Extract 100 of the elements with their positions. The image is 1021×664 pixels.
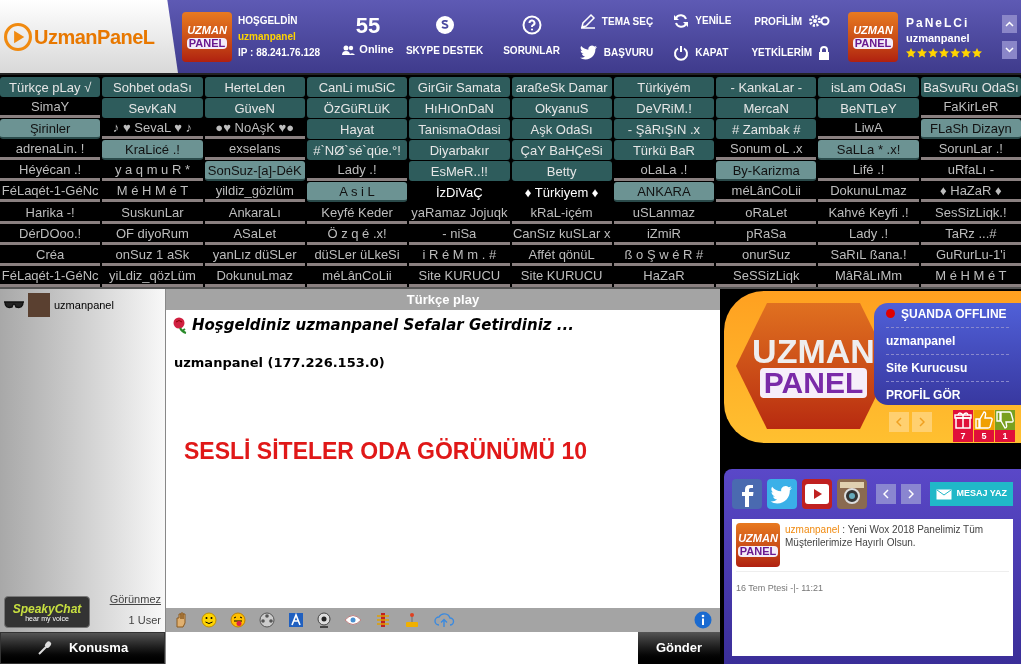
nav-button[interactable]: YENİLE [673,12,732,29]
room-button[interactable]: - ŞâRıŞıN .x [613,119,715,140]
thumbs-down-icon [996,411,1014,429]
room-button[interactable]: ÇaY BaHÇeSi [511,140,612,161]
scroll-down-button[interactable] [1002,40,1017,59]
room-button[interactable]: HerteLden [204,77,305,97]
room-button[interactable]: A s i L [306,182,408,203]
talk-button[interactable]: Konusma [0,632,165,664]
room-button[interactable]: - KankaLar - [716,77,817,97]
room-button[interactable]: GirGir Samata [409,77,510,97]
dislike-badge[interactable] [995,410,1015,430]
room-button[interactable]: HıHıOnDaN [409,98,510,119]
play-logo-icon [4,22,32,51]
room-button[interactable]: OkyanuS [511,98,612,119]
room-button[interactable]: EsMeR..!! [409,161,510,182]
chevron-left-icon [883,489,889,499]
logo-text: PANEL [186,37,228,49]
font-icon[interactable] [288,612,304,628]
invisible-link[interactable]: Görünmez [109,591,161,608]
user-count: 1 User [128,612,161,628]
nav-button[interactable]: KAPAT [673,44,732,61]
nav-button[interactable]: PROFİLİM [754,13,830,29]
star-icon [917,47,927,58]
chevron-down-icon [1005,46,1014,53]
bird-icon[interactable] [767,479,797,509]
like-badge[interactable] [974,410,994,430]
room-button[interactable]: Aşk OdaSı [511,119,612,140]
logo-text: UZMAN [738,533,778,544]
gift-badge[interactable] [953,410,973,430]
eye-icon[interactable] [344,614,362,626]
star-icon [939,47,949,58]
room-button[interactable]: isLam OdaSı [818,77,919,97]
star-icon [928,47,938,58]
room-button[interactable]: BaSvuRu OdaSı [920,77,1021,97]
room-button[interactable]: Hayat [306,119,408,140]
star-icon [961,47,971,58]
user-name[interactable]: uzmanpanel [54,296,114,314]
previous-button[interactable] [876,484,896,504]
room-button[interactable]: MercaN [716,98,817,119]
nav-button[interactable]: YETKİLERİM [751,45,830,60]
nav-button[interactable]: SORUNLAR [493,0,570,73]
greeting-text: HOŞGELDİN [238,13,299,28]
room-button[interactable]: Sohbet odaSı [102,77,203,97]
info-icon[interactable] [694,611,712,629]
room-button[interactable]: Türkü BaR [613,140,715,161]
room-button[interactable]: Türkçe pLay √ [0,77,101,97]
profile-name: uzmanpanel [906,30,971,46]
online-count: 55 [355,15,381,38]
username-text: uzmanpanel [238,29,297,44]
room-button[interactable]: BeNTLeY [818,98,919,119]
next-button[interactable] [901,484,921,504]
room-button[interactable]: Ö z q é .x! [306,224,408,245]
profile-role: Site Kurucusu [886,354,1009,382]
camera-icon[interactable] [837,479,867,509]
room-button[interactable]: ÖzGüRLüK [306,98,408,119]
online-label: Online [359,42,394,58]
webcam-icon[interactable] [317,612,331,628]
profile-name: uzmanpanel [886,327,1009,355]
lock-icon [818,45,830,60]
help-icon [521,15,542,35]
room-button[interactable]: By-Karizma [716,161,817,182]
room-button[interactable]: #`NØ`sé`qúe.°! [306,140,408,161]
room-button[interactable]: Diyarbakır [409,140,510,161]
equalizer-icon[interactable] [375,612,391,628]
room-button[interactable]: # Zambak # [716,119,817,140]
pencil-icon [579,13,596,29]
message-text: uzmanpanel : Yeni Wox 2018 Panelimiz Tüm Müşterilerimize Hayırlı Olsun. [785,523,985,550]
room-button[interactable]: KraLicé .! [102,140,203,161]
sunglasses-icon [4,300,24,310]
nav-button[interactable]: TEMA SEÇ [579,13,654,29]
joystick-icon[interactable] [404,612,420,628]
room-button[interactable]: TanismaOdasi [409,119,510,140]
room-button[interactable]: GüveN [204,98,305,119]
room-button[interactable]: ANKARA [613,182,715,203]
room-button[interactable]: SevKaN [102,98,203,119]
nav-button[interactable]: BAŞVURU [579,45,654,60]
room-button[interactable]: Betty [511,161,612,182]
scroll-up-button[interactable] [1002,14,1017,33]
gears-icon [808,13,830,29]
room-button[interactable]: araßeSk Damar [511,77,612,97]
logo-text: PANEL [852,37,894,49]
send-button[interactable]: Gönder [638,632,720,664]
nav-button[interactable]: SKYPE DESTEK [395,0,494,73]
room-button[interactable]: Türkiyém [613,77,715,97]
facebook-icon[interactable] [732,479,762,509]
smiley-icon[interactable] [201,612,217,628]
video-play-icon[interactable] [802,479,832,509]
room-button[interactable]: CanLi muSiC [306,77,408,97]
skype-icon [434,15,455,35]
room-button[interactable]: SaLLa * .x! [818,140,919,161]
room-button[interactable]: FLaSh Dizayn [920,119,1021,140]
room-button[interactable]: DeVRiM.! [613,98,715,119]
banner-text: SESLİ SİTELER ODA GÖRÜNÜMÜ 10 [184,437,588,466]
room-button[interactable]: Şirinler [0,119,101,140]
view-profile-link[interactable]: PROFİL GÖR [886,381,1009,404]
film-reel-icon[interactable] [259,612,275,628]
room-button[interactable]: SonSuz-[a]-DéK [204,161,305,182]
hand-icon[interactable] [174,612,188,628]
tongue-smiley-icon[interactable] [230,612,246,628]
counter-value: 1 [995,430,1015,442]
